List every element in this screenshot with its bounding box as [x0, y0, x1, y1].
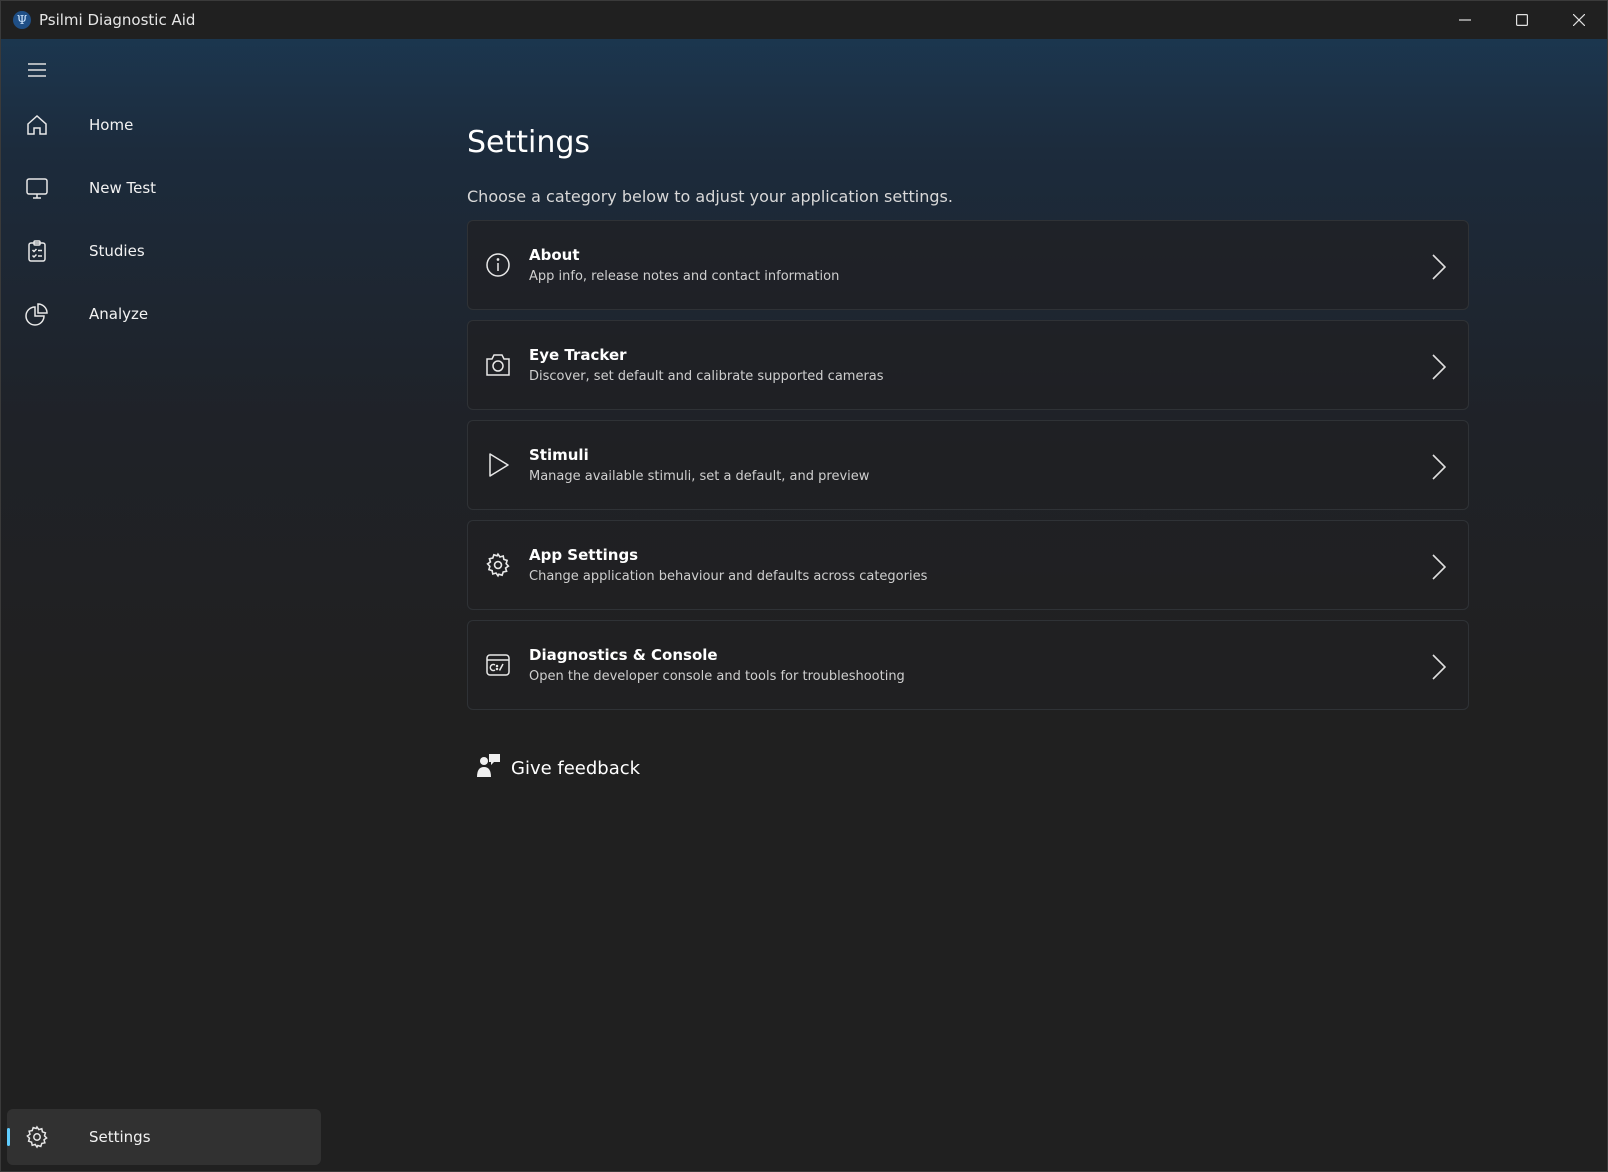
close-icon — [1572, 14, 1585, 26]
app-logo-icon: Ψ — [13, 11, 31, 29]
chevron-right-icon — [1432, 554, 1447, 584]
sidebar-item-studies[interactable]: Studies — [7, 223, 321, 279]
card-subtitle: App info, release notes and contact info… — [529, 269, 840, 284]
chevron-right-icon — [1432, 654, 1447, 684]
settings-card-eye-tracker[interactable]: Eye Tracker Discover, set default and ca… — [467, 320, 1469, 410]
card-subtitle: Discover, set default and calibrate supp… — [529, 369, 884, 384]
page-title: Settings — [467, 125, 591, 160]
window-title: Psilmi Diagnostic Aid — [39, 11, 196, 29]
give-feedback-link[interactable]: Give feedback — [477, 753, 640, 783]
settings-category-list: About App info, release notes and contac… — [467, 220, 1469, 720]
card-title: Diagnostics & Console — [529, 646, 718, 664]
clipboard-icon — [7, 239, 67, 263]
menu-toggle-button[interactable] — [15, 53, 59, 87]
maximize-icon — [1515, 14, 1528, 26]
window-controls — [1436, 1, 1607, 39]
home-icon — [7, 113, 67, 137]
sidebar-item-settings[interactable]: Settings — [7, 1109, 321, 1165]
card-title: App Settings — [529, 546, 639, 564]
sidebar-item-label: New Test — [89, 179, 157, 197]
minimize-icon — [1458, 19, 1471, 21]
page-description: Choose a category below to adjust your a… — [467, 187, 953, 206]
sidebar-item-label: Studies — [89, 242, 145, 260]
hamburger-icon — [28, 63, 46, 77]
card-subtitle: Open the developer console and tools for… — [529, 669, 905, 684]
gear-icon — [468, 552, 528, 578]
sidebar-item-home[interactable]: Home — [7, 97, 321, 153]
monitor-icon — [7, 176, 67, 200]
settings-card-app-settings[interactable]: App Settings Change application behaviou… — [467, 520, 1469, 610]
sidebar-item-analyze[interactable]: Analyze — [7, 286, 321, 342]
gear-icon — [7, 1125, 67, 1149]
chevron-right-icon — [1432, 454, 1447, 484]
feedback-label: Give feedback — [511, 757, 641, 779]
minimize-button[interactable] — [1436, 1, 1493, 39]
app-window: Ψ Psilmi Diagnostic Aid Home New Test St… — [0, 0, 1608, 1172]
info-icon — [468, 252, 528, 278]
console-icon — [468, 652, 528, 678]
chevron-right-icon — [1432, 354, 1447, 384]
title-bar[interactable]: Ψ Psilmi Diagnostic Aid — [1, 1, 1607, 39]
chevron-right-icon — [1432, 254, 1447, 284]
navigation-sidebar: Home New Test Studies Analyze Settings — [1, 39, 327, 1171]
sidebar-item-label: Settings — [89, 1128, 151, 1146]
camera-icon — [468, 352, 528, 378]
sidebar-item-new-test[interactable]: New Test — [7, 160, 321, 216]
play-icon — [468, 452, 528, 478]
sidebar-item-label: Analyze — [89, 305, 149, 323]
card-title: About — [529, 246, 580, 264]
card-subtitle: Change application behaviour and default… — [529, 569, 928, 584]
pie-chart-icon — [7, 302, 67, 326]
card-title: Stimuli — [529, 446, 589, 464]
feedback-icon — [477, 753, 501, 783]
sidebar-item-label: Home — [89, 116, 134, 134]
maximize-button[interactable] — [1493, 1, 1550, 39]
close-button[interactable] — [1550, 1, 1607, 39]
card-title: Eye Tracker — [529, 346, 627, 364]
settings-card-diagnostics[interactable]: Diagnostics & Console Open the developer… — [467, 620, 1469, 710]
card-subtitle: Manage available stimuli, set a default,… — [529, 469, 870, 484]
settings-card-stimuli[interactable]: Stimuli Manage available stimuli, set a … — [467, 420, 1469, 510]
settings-card-about[interactable]: About App info, release notes and contac… — [467, 220, 1469, 310]
